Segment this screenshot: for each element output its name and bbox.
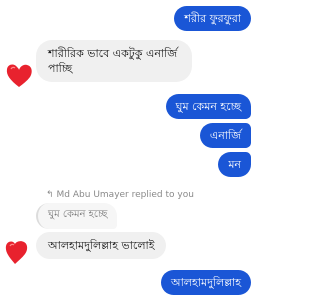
- quoted-message[interactable]: ঘুম কেমন হচ্ছে: [36, 203, 118, 229]
- incoming-message[interactable]: শারীরিক ভাবে একটুকু এনার্জি পাচ্ছি: [36, 40, 192, 82]
- outgoing-message[interactable]: মন: [218, 152, 251, 177]
- outgoing-message[interactable]: শরীর ফুরফুরা: [174, 6, 251, 31]
- incoming-message[interactable]: আলহামদুলিল্লাহ ভালোই: [36, 232, 167, 259]
- heart-reaction-icon[interactable]: [4, 60, 34, 90]
- chat-thread: শরীর ফুরফুরা শারীরিক ভাবে একটুকু এনার্জি…: [0, 0, 263, 300]
- outgoing-message[interactable]: এনার্জি: [199, 123, 251, 148]
- reply-header: ↰ Md Abu Umayer replied to you: [46, 190, 194, 200]
- reply-arrow-icon: ↰: [46, 190, 54, 200]
- heart-reaction-icon[interactable]: [2, 236, 32, 266]
- reply-header-text: Md Abu Umayer replied to you: [56, 190, 194, 200]
- outgoing-message[interactable]: ঘুম কেমন হচ্ছে: [165, 94, 251, 119]
- outgoing-message[interactable]: আলহামদুলিল্লাহ: [160, 270, 251, 295]
